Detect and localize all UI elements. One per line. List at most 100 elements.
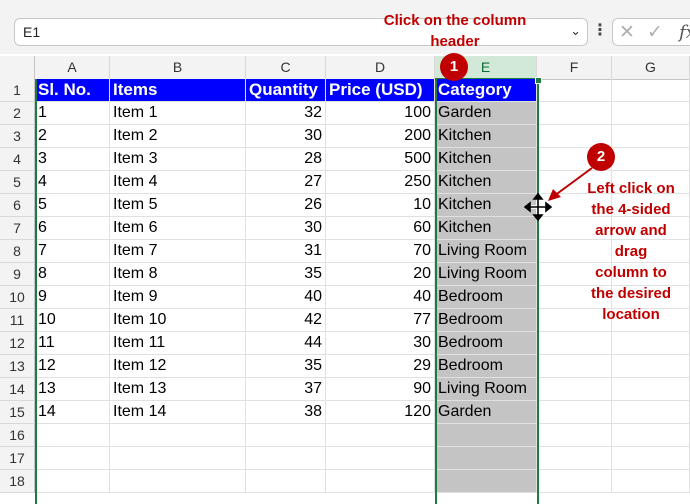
table-cell[interactable] [537, 424, 612, 447]
table-cell[interactable]: 5 [35, 194, 110, 217]
table-cell[interactable]: 90 [326, 378, 435, 401]
row-header-13[interactable]: 13 [0, 355, 35, 378]
row-header-7[interactable]: 7 [0, 217, 35, 240]
table-cell[interactable] [35, 447, 110, 470]
table-cell[interactable] [612, 378, 690, 401]
table-cell[interactable] [612, 79, 690, 102]
table-cell[interactable]: 120 [326, 401, 435, 424]
table-cell[interactable]: Bedroom [435, 332, 537, 355]
column-header-d[interactable]: D [326, 56, 435, 80]
table-cell[interactable]: 1 [35, 102, 110, 125]
table-cell[interactable] [435, 470, 537, 493]
table-cell[interactable]: 14 [35, 401, 110, 424]
table-cell[interactable]: Item 10 [110, 309, 246, 332]
table-cell[interactable] [537, 401, 612, 424]
table-cell[interactable]: Living Room [435, 263, 537, 286]
table-cell[interactable]: 3 [35, 148, 110, 171]
table-cell[interactable]: 42 [246, 309, 326, 332]
table-cell[interactable] [435, 424, 537, 447]
table-cell[interactable] [435, 447, 537, 470]
table-cell[interactable]: 40 [246, 286, 326, 309]
table-cell[interactable]: Item 13 [110, 378, 246, 401]
column-header-c[interactable]: C [246, 56, 326, 80]
table-cell[interactable]: 10 [35, 309, 110, 332]
table-cell[interactable]: 13 [35, 378, 110, 401]
table-cell[interactable] [537, 332, 612, 355]
table-cell[interactable] [246, 447, 326, 470]
row-header-4[interactable]: 4 [0, 148, 35, 171]
table-cell[interactable]: 44 [246, 332, 326, 355]
table-cell[interactable]: Item 5 [110, 194, 246, 217]
table-cell[interactable]: 35 [246, 355, 326, 378]
table-cell[interactable] [612, 148, 690, 171]
table-cell[interactable] [537, 378, 612, 401]
table-cell[interactable] [537, 102, 612, 125]
row-header-17[interactable]: 17 [0, 447, 35, 470]
table-cell[interactable]: Item 9 [110, 286, 246, 309]
row-header-10[interactable]: 10 [0, 286, 35, 309]
table-cell[interactable]: 6 [35, 217, 110, 240]
table-cell[interactable]: 250 [326, 171, 435, 194]
header-cell[interactable]: Quantity [246, 79, 326, 102]
table-cell[interactable]: 60 [326, 217, 435, 240]
chevron-down-icon[interactable]: ⌄ [570, 23, 581, 39]
table-cell[interactable] [537, 447, 612, 470]
table-cell[interactable]: Bedroom [435, 286, 537, 309]
row-header-8[interactable]: 8 [0, 240, 35, 263]
table-cell[interactable]: 30 [246, 125, 326, 148]
table-cell[interactable]: 26 [246, 194, 326, 217]
header-cell[interactable]: Items [110, 79, 246, 102]
table-cell[interactable]: 9 [35, 286, 110, 309]
table-cell[interactable]: 77 [326, 309, 435, 332]
table-cell[interactable]: 8 [35, 263, 110, 286]
table-cell[interactable]: 28 [246, 148, 326, 171]
table-cell[interactable]: Item 2 [110, 125, 246, 148]
table-cell[interactable]: Bedroom [435, 309, 537, 332]
table-cell[interactable]: Item 4 [110, 171, 246, 194]
table-cell[interactable] [110, 470, 246, 493]
row-header-5[interactable]: 5 [0, 171, 35, 194]
table-cell[interactable]: 200 [326, 125, 435, 148]
table-cell[interactable]: 70 [326, 240, 435, 263]
table-cell[interactable] [612, 447, 690, 470]
table-cell[interactable]: 20 [326, 263, 435, 286]
select-all-corner[interactable] [0, 56, 35, 80]
row-header-16[interactable]: 16 [0, 424, 35, 447]
table-cell[interactable]: 27 [246, 171, 326, 194]
table-cell[interactable]: 30 [326, 332, 435, 355]
table-cell[interactable] [612, 355, 690, 378]
table-cell[interactable]: 29 [326, 355, 435, 378]
table-cell[interactable]: Kitchen [435, 125, 537, 148]
table-cell[interactable]: 500 [326, 148, 435, 171]
header-cell[interactable]: Sl. No. [35, 79, 110, 102]
table-cell[interactable]: Item 1 [110, 102, 246, 125]
table-cell[interactable] [326, 470, 435, 493]
table-cell[interactable] [110, 447, 246, 470]
four-sided-arrow-icon[interactable] [524, 193, 552, 221]
table-cell[interactable]: Garden [435, 401, 537, 424]
table-cell[interactable]: 10 [326, 194, 435, 217]
table-cell[interactable]: Living Room [435, 240, 537, 263]
column-header-b[interactable]: B [110, 56, 246, 80]
fill-handle[interactable] [535, 77, 542, 84]
table-cell[interactable] [35, 424, 110, 447]
table-cell[interactable] [612, 125, 690, 148]
header-cell[interactable]: Category [435, 79, 537, 102]
table-cell[interactable] [537, 470, 612, 493]
table-cell[interactable]: Kitchen [435, 194, 537, 217]
table-cell[interactable]: Kitchen [435, 148, 537, 171]
table-cell[interactable]: Living Room [435, 378, 537, 401]
table-cell[interactable] [612, 470, 690, 493]
column-header-f[interactable]: F [537, 56, 612, 80]
cancel-icon[interactable]: ✕ [619, 21, 635, 44]
table-cell[interactable]: Garden [435, 102, 537, 125]
table-cell[interactable]: Item 8 [110, 263, 246, 286]
table-cell[interactable] [326, 424, 435, 447]
table-cell[interactable]: 12 [35, 355, 110, 378]
table-cell[interactable]: 4 [35, 171, 110, 194]
table-cell[interactable]: 30 [246, 217, 326, 240]
header-cell[interactable]: Price (USD) [326, 79, 435, 102]
row-header-9[interactable]: 9 [0, 263, 35, 286]
table-cell[interactable]: Item 14 [110, 401, 246, 424]
table-cell[interactable]: 32 [246, 102, 326, 125]
